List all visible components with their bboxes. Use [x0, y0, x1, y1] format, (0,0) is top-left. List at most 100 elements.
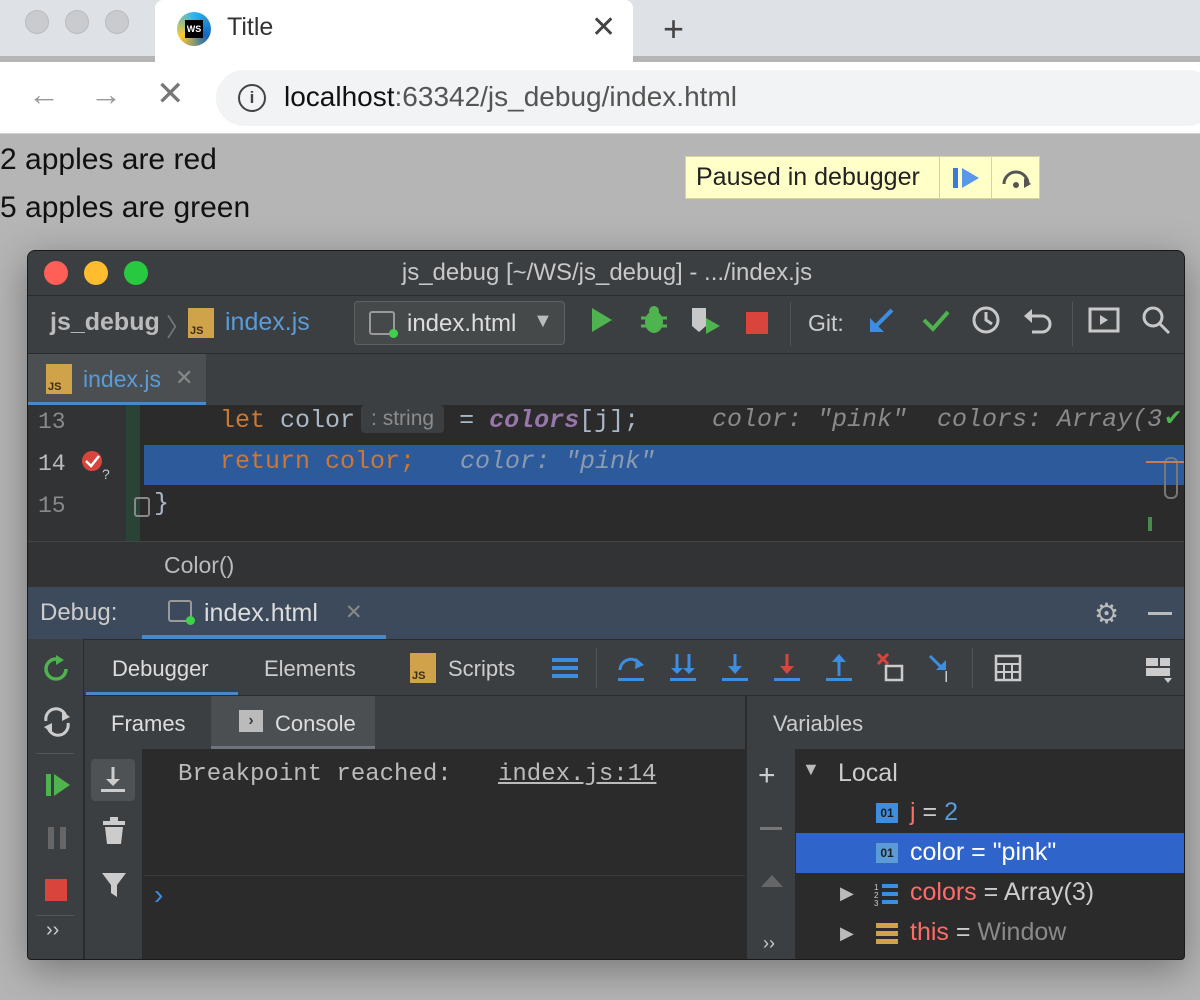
reload-icon[interactable] [42, 707, 72, 742]
close-window-button[interactable] [25, 10, 49, 34]
file-name[interactable]: index.js [225, 308, 310, 337]
run-config-dropdown[interactable]: index.html ▼ [354, 301, 565, 345]
debug-session-tab[interactable]: index.html ✕ [142, 587, 386, 639]
git-update-icon[interactable] [866, 304, 898, 341]
step-into-icon[interactable] [720, 652, 750, 689]
expand-arrow-icon[interactable]: ▶ [840, 923, 854, 944]
variable-row-colors[interactable]: ▶ 123 colors = Array(3) [796, 873, 1184, 913]
debug-tool-window-header: Debug: index.html ✕ ⚙ [28, 587, 1184, 639]
code-line-15: } [154, 489, 170, 518]
local-scope-label: Local [838, 759, 898, 787]
toolbar-divider [972, 648, 973, 688]
run-config-label: index.html [407, 310, 517, 337]
variable-row-color[interactable]: 01 color = "pink" [796, 833, 1184, 873]
console-side-toolbar [85, 749, 143, 959]
pause-icon[interactable] [46, 825, 70, 856]
close-tab-icon[interactable]: ✕ [175, 365, 193, 391]
tab-scripts[interactable]: Scripts [448, 656, 515, 682]
variable-row-j[interactable]: 01 j = 2 [796, 793, 1184, 833]
info-icon[interactable]: i [238, 84, 266, 112]
back-arrow-icon[interactable]: ← [28, 76, 60, 113]
breakpoint-icon[interactable]: ? [80, 449, 114, 486]
rerun-icon[interactable] [42, 655, 72, 690]
maximize-window-button[interactable] [105, 10, 129, 34]
scroll-to-end-icon[interactable] [91, 759, 135, 801]
change-stripe-marker [1148, 517, 1152, 531]
run-to-cursor-icon[interactable]: I [928, 652, 958, 689]
more-actions-icon[interactable]: ›› [763, 933, 775, 954]
layout-settings-icon[interactable] [1144, 654, 1174, 689]
variable-row-this[interactable]: ▶ this = Window [796, 913, 1184, 953]
tab-debugger-label: Debugger [112, 656, 209, 681]
debug-bug-icon[interactable] [638, 304, 670, 341]
paused-label: Paused in debugger [696, 163, 920, 191]
type-hint: : string [361, 405, 445, 433]
browser-config-icon [369, 311, 398, 338]
editor-tab-index-js[interactable]: JS index.js ✕ [28, 354, 206, 406]
stop-icon[interactable] [45, 879, 67, 901]
step-over-icon[interactable] [616, 652, 646, 689]
project-name[interactable]: js_debug [50, 308, 160, 337]
force-step-into-icon[interactable] [772, 652, 802, 689]
filter-icon[interactable] [101, 871, 127, 904]
expand-arrow-icon[interactable]: ▼ [802, 759, 820, 780]
move-up-icon[interactable] [759, 873, 785, 894]
add-watch-icon[interactable]: + [758, 759, 776, 793]
search-icon[interactable] [1140, 304, 1172, 341]
close-tab-icon[interactable]: ✕ [591, 10, 616, 45]
minimize-panel-icon[interactable] [1148, 612, 1172, 615]
function-breadcrumb[interactable]: Color() [164, 552, 234, 579]
editor-scrollbar-thumb[interactable] [1164, 457, 1178, 499]
minimize-window-button[interactable] [65, 10, 89, 34]
code-editor[interactable]: 13 let color: string = colors[j]; color:… [28, 405, 1184, 541]
variables-header: Variables [746, 695, 1184, 749]
debug-session-label: index.html [204, 599, 318, 627]
remove-watch-icon[interactable] [760, 827, 782, 830]
browser-config-icon [168, 600, 195, 625]
toolbar-divider [1072, 302, 1073, 346]
console-source-link[interactable]: index.js:14 [498, 761, 656, 788]
address-bar[interactable]: i localhost:63342/js_debug/index.html [216, 70, 1200, 126]
close-ide-button[interactable] [44, 261, 68, 285]
tab-console[interactable]: › Console [211, 696, 375, 750]
debug-label: Debug: [40, 599, 118, 626]
fold-icon[interactable] [134, 497, 150, 517]
run-icon[interactable] [588, 304, 616, 341]
step-over-icon[interactable] [991, 156, 1039, 199]
toolbar-divider [36, 753, 74, 754]
step-into-my-code-icon[interactable] [668, 652, 698, 689]
variables-label: Variables [773, 711, 864, 736]
show-execution-point-icon[interactable] [552, 656, 578, 685]
svg-text:?: ? [102, 466, 110, 481]
browser-tab[interactable]: WS Title ✕ [155, 0, 633, 62]
resume-icon[interactable] [939, 156, 991, 199]
tab-debugger[interactable]: Debugger [86, 640, 238, 696]
more-actions-icon[interactable]: ›› [46, 919, 59, 942]
presentation-mode-icon[interactable] [1088, 306, 1120, 341]
step-out-icon[interactable] [824, 652, 854, 689]
git-history-icon[interactable] [970, 304, 1002, 341]
close-tab-icon[interactable]: ✕ [345, 600, 363, 625]
console-output[interactable]: Breakpoint reached: index.js:14 › [144, 749, 745, 959]
tab-elements[interactable]: Elements [264, 656, 356, 682]
git-commit-icon[interactable] [920, 304, 952, 341]
variables-tree[interactable]: ▼ Local 01 j = 2 01 color = "pink" ▶ 123… [796, 749, 1184, 959]
coverage-icon[interactable] [688, 304, 724, 341]
resume-icon[interactable] [44, 771, 72, 804]
evaluate-expression-icon[interactable] [994, 654, 1022, 687]
new-tab-button[interactable]: + [663, 8, 684, 50]
tab-frames[interactable]: Frames [111, 711, 186, 737]
stop-icon[interactable] [746, 312, 768, 334]
drop-frame-icon[interactable] [876, 652, 906, 689]
maximize-ide-button[interactable] [124, 261, 148, 285]
forward-arrow-icon[interactable]: → [90, 76, 122, 113]
clear-all-trash-icon[interactable] [101, 817, 127, 850]
expand-arrow-icon[interactable]: ▶ [840, 883, 854, 904]
minimize-ide-button[interactable] [84, 261, 108, 285]
svg-text:I: I [944, 669, 948, 684]
debugger-toolbar: Debugger Elements JS Scripts I [28, 639, 1184, 696]
stop-loading-icon[interactable]: ✕ [156, 74, 185, 114]
git-rollback-icon[interactable] [1022, 304, 1054, 341]
url-text[interactable]: localhost:63342/js_debug/index.html [284, 81, 737, 113]
settings-gear-icon[interactable]: ⚙ [1094, 597, 1119, 630]
